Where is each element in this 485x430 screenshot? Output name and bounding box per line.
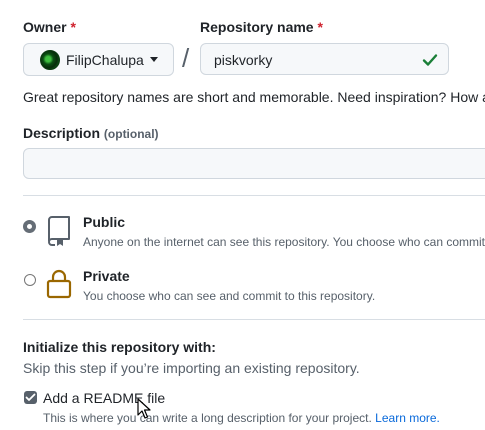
description-label-text: Description [23, 125, 101, 141]
avatar [40, 49, 60, 70]
divider [23, 195, 485, 196]
initialize-subtext: Skip this step if you’re importing an ex… [23, 360, 360, 376]
private-option-title: Private [83, 268, 130, 284]
owner-required-marker: * [70, 19, 76, 35]
repo-required-marker: * [317, 19, 323, 35]
readme-description-text: This is where you can write a long descr… [43, 411, 372, 425]
repo-name-input[interactable]: piskvorky [200, 43, 449, 75]
private-option-description: You choose who can see and commit to thi… [83, 289, 376, 303]
repo-name-label-text: Repository name [200, 19, 314, 35]
public-option-title: Public [83, 214, 126, 230]
description-input[interactable] [23, 148, 485, 179]
repo-name-hint: Great repository names are short and mem… [23, 89, 485, 105]
checkmark-icon [25, 393, 36, 401]
check-icon [422, 54, 438, 66]
private-radio[interactable] [24, 274, 36, 286]
readme-checkbox[interactable] [24, 391, 37, 404]
initialize-heading: Initialize this repository with: [23, 339, 216, 355]
readme-description: This is where you can write a long descr… [43, 411, 440, 425]
lock-icon [46, 269, 72, 299]
learn-more-link[interactable]: Learn more. [375, 411, 440, 425]
caret-down-icon [149, 57, 158, 62]
owner-repo-separator: / [182, 43, 190, 73]
mouse-cursor-icon [137, 398, 151, 419]
owner-label-text: Owner [23, 19, 67, 35]
owner-name: FilipChalupa [66, 51, 144, 68]
repo-icon [48, 216, 70, 246]
description-optional: (optional) [103, 127, 159, 141]
owner-label: Owner * [23, 19, 76, 35]
divider [23, 319, 485, 320]
owner-select-button[interactable]: FilipChalupa [23, 43, 174, 76]
public-radio[interactable] [23, 220, 36, 233]
description-label: Description (optional) [23, 125, 159, 141]
repo-name-label: Repository name * [200, 19, 323, 35]
public-option-description: Anyone on the internet can see this repo… [83, 235, 485, 249]
repo-name-value: piskvorky [214, 52, 273, 68]
